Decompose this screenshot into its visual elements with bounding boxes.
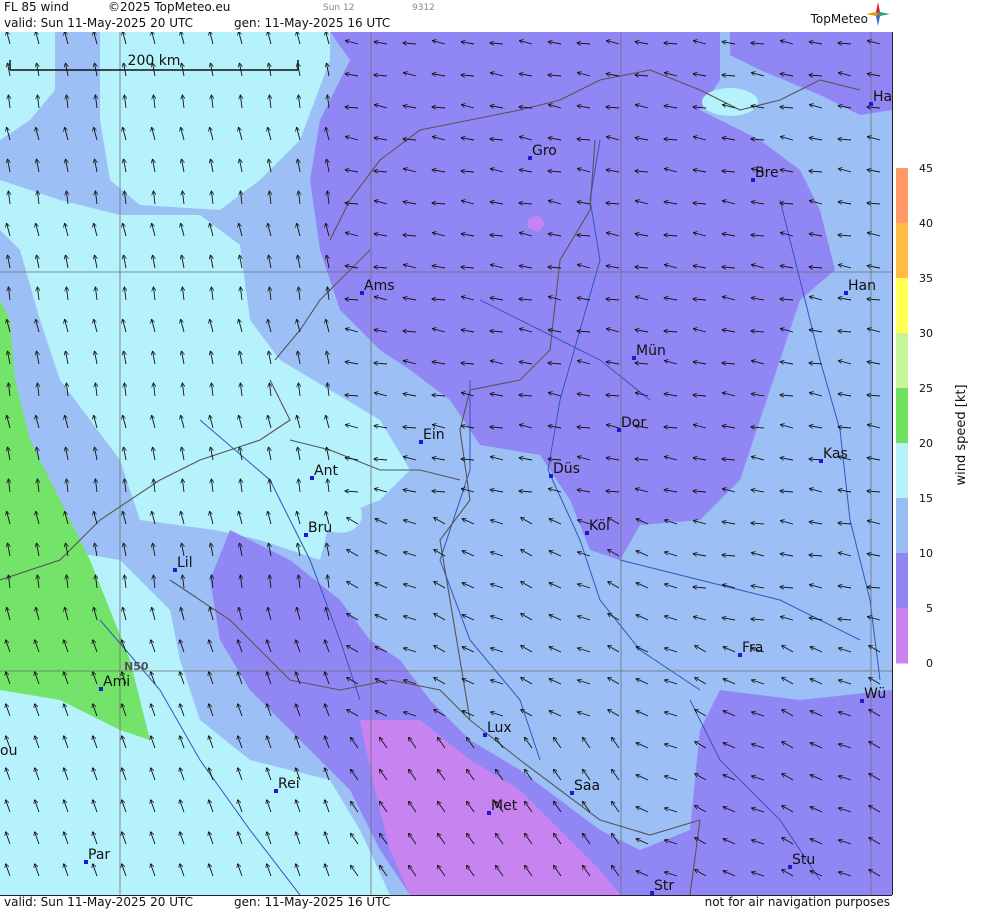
generation-time: gen: 11-May-2025 16 UTC <box>234 16 391 30</box>
map-header: FL 85 wind ©2025 TopMeteo.eu Sun 12 9312… <box>0 0 892 32</box>
city-par: Par <box>84 847 110 864</box>
city-label: Str <box>654 878 674 894</box>
product-title: FL 85 wind <box>4 0 69 14</box>
city-wü: Wü <box>860 686 886 703</box>
colorbar-tick-label: 10 <box>919 547 933 560</box>
city-label: Bre <box>755 165 779 181</box>
city-bru: Bru <box>304 520 332 537</box>
footer-generation-time: gen: 11-May-2025 16 UTC <box>234 895 391 909</box>
colorbar-segment <box>896 443 908 499</box>
colorbar-tick-label: 15 <box>919 492 933 505</box>
city-saa: Saa <box>570 778 600 795</box>
colorbar-label: wind speed [kt] <box>954 384 969 485</box>
colorbar-segment <box>896 333 908 389</box>
wind-speed-colorbar: 0 5 10 15 20 25 30 35 40 45 wind speed [kt] <box>896 162 969 670</box>
city-label: Dor <box>621 415 646 431</box>
city-label: Düs <box>553 461 580 477</box>
city-han: Han <box>844 278 876 295</box>
city-ami: Ami <box>99 674 130 691</box>
city-label: Stu <box>792 852 815 868</box>
city-str: Str <box>650 878 674 895</box>
city-kas: Kas <box>819 446 848 463</box>
wind-map[interactable]: 200 km N50 Gro Bre Ha Ams Han Mün Dor Ein Kas Ant… <box>0 32 893 895</box>
city-label: Ha <box>873 89 892 105</box>
city-ams: Ams <box>360 278 395 295</box>
colorbar-tick-label: 20 <box>919 437 933 450</box>
city-label: Rei <box>278 776 300 792</box>
city-label: Lil <box>177 555 193 571</box>
compass-star-icon <box>866 2 890 26</box>
city-düs: Düs <box>549 461 580 478</box>
city-gro: Gro <box>528 143 557 160</box>
valid-time: valid: Sun 11-May-2025 20 UTC <box>4 16 193 30</box>
city-label: Köl <box>589 518 610 534</box>
city-rei: Rei <box>274 776 300 793</box>
colorbar-segment <box>896 278 908 334</box>
city-label: Ams <box>364 278 395 294</box>
latitude-label: N50 <box>124 660 149 673</box>
city-label: Lux <box>487 720 512 736</box>
colorbar-segment <box>896 223 908 279</box>
wind-map-canvas[interactable]: 200 km N50 Gro Bre Ha Ams Han Mün Dor Ein Kas Ant… <box>0 32 892 895</box>
map-footer: valid: Sun 11-May-2025 20 UTC gen: 11-Ma… <box>0 895 892 910</box>
city-ein: Ein <box>419 427 445 444</box>
scale-bar-label: 200 km <box>128 53 181 69</box>
city-dor: Dor <box>617 415 646 432</box>
footer-disclaimer: not for air navigation purposes <box>704 895 890 909</box>
colorbar-segment <box>896 168 908 224</box>
city-fra: Fra <box>738 640 763 657</box>
city-label: Bru <box>308 520 332 536</box>
colorbar-tick-label: 25 <box>919 382 933 395</box>
city-label: Wü <box>864 686 886 702</box>
city-mün: Mün <box>632 343 666 360</box>
colorbar-tick-label: 30 <box>919 327 933 340</box>
colorbar-segment <box>896 553 908 609</box>
city-label: Mün <box>636 343 666 359</box>
city-bre: Bre <box>751 165 779 182</box>
city-label: Han <box>848 278 876 294</box>
city-ant: Ant <box>310 463 338 480</box>
colorbar-tick-label: 0 <box>926 657 933 670</box>
city-label: Par <box>88 847 110 863</box>
colorbar-panel: 0 5 10 15 20 25 30 35 40 45 wind speed [kt] <box>893 0 983 909</box>
colorbar-segment <box>896 388 908 444</box>
city-lux: Lux <box>483 720 512 737</box>
colorbar-tick-label: 40 <box>919 217 933 230</box>
city-met: Met <box>487 798 518 815</box>
city-stu: Stu <box>788 852 815 869</box>
city-label: Ami <box>103 674 130 690</box>
colorbar-tick-label: 5 <box>926 602 933 615</box>
city-label: Met <box>491 798 518 814</box>
colorbar-tick-label: 45 <box>919 162 933 175</box>
copyright: ©2025 TopMeteo.eu <box>108 0 231 14</box>
city-label: Saa <box>574 778 600 794</box>
city-ha: Ha <box>869 89 892 106</box>
city-label: Kas <box>823 446 848 462</box>
city-label: Gro <box>532 143 557 159</box>
city-label: ou <box>0 743 17 759</box>
city-köl: Köl <box>585 518 610 535</box>
wind-zone-fresh-spot <box>702 88 758 116</box>
colorbar-tick-label: 35 <box>919 272 933 285</box>
map-code: 9312 <box>412 3 435 13</box>
brand-logo-text[interactable]: TopMeteo <box>811 12 868 26</box>
colorbar-segment <box>896 608 908 664</box>
city-label: Fra <box>742 640 763 656</box>
city-ou: ou <box>0 743 17 759</box>
city-label: Ant <box>314 463 338 479</box>
city-label: Ein <box>423 427 445 443</box>
footer-valid-time: valid: Sun 11-May-2025 20 UTC <box>4 895 193 909</box>
run-tag: Sun 12 <box>323 3 355 13</box>
colorbar-segment <box>896 498 908 554</box>
